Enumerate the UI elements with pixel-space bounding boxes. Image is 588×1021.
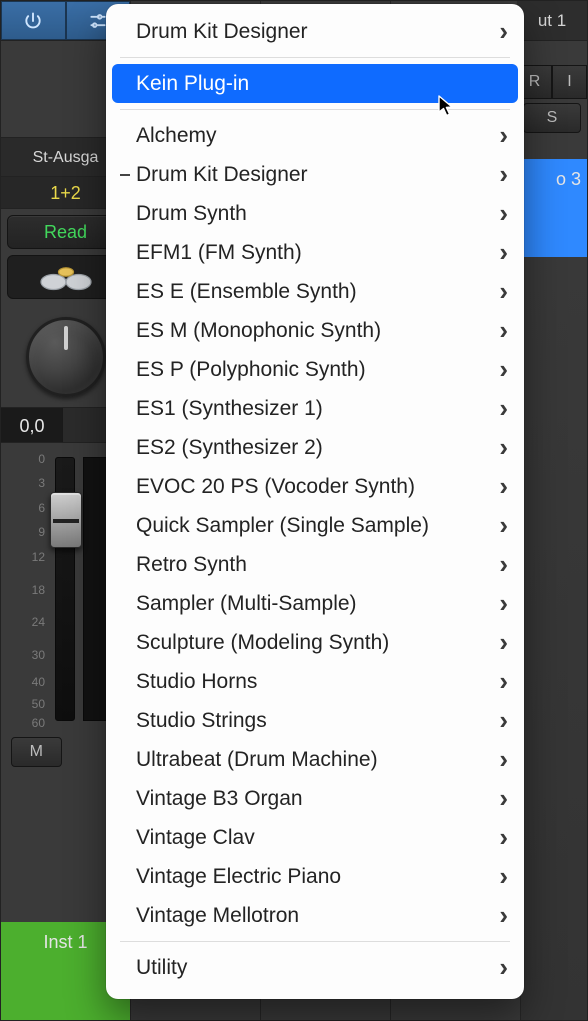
- menu-item-plugin[interactable]: Studio Horns: [106, 662, 524, 701]
- menu-item-label: Vintage B3 Organ: [136, 787, 303, 811]
- menu-item-plugin[interactable]: EFM1 (FM Synth): [106, 233, 524, 272]
- menu-item-plugin[interactable]: ES2 (Synthesizer 2): [106, 428, 524, 467]
- menu-item-current-plugin[interactable]: Drum Kit Designer: [106, 12, 524, 51]
- menu-item-label: EVOC 20 PS (Vocoder Synth): [136, 475, 415, 499]
- menu-item-label: Alchemy: [136, 124, 217, 148]
- track-color-right: [517, 199, 587, 257]
- menu-item-label: ES E (Ensemble Synth): [136, 280, 357, 304]
- menu-item-label: Utility: [136, 956, 187, 980]
- menu-separator: [120, 109, 510, 110]
- menu-item-plugin[interactable]: ES E (Ensemble Synth): [106, 272, 524, 311]
- right-output-fragment[interactable]: ut 1: [517, 1, 587, 41]
- menu-item-label: Studio Horns: [136, 670, 257, 694]
- menu-item-no-plugin[interactable]: Kein Plug-in: [112, 64, 518, 103]
- solo-button[interactable]: S: [523, 103, 581, 133]
- menu-item-plugin[interactable]: Vintage B3 Organ: [106, 779, 524, 818]
- menu-item-plugin[interactable]: Sampler (Multi-Sample): [106, 584, 524, 623]
- menu-item-label: Drum Kit Designer: [136, 20, 308, 44]
- pan-knob[interactable]: [26, 317, 106, 397]
- menu-separator: [120, 941, 510, 942]
- gain-value: 0,0: [1, 408, 63, 442]
- menu-item-label: ES2 (Synthesizer 2): [136, 436, 323, 460]
- menu-item-label: Sampler (Multi-Sample): [136, 592, 357, 616]
- menu-item-plugin[interactable]: ES P (Polyphonic Synth): [106, 350, 524, 389]
- menu-item-plugin[interactable]: Drum Kit Designer: [106, 155, 524, 194]
- menu-item-plugin[interactable]: Drum Synth: [106, 194, 524, 233]
- menu-item-plugin[interactable]: Quick Sampler (Single Sample): [106, 506, 524, 545]
- dash-indicator-icon: [120, 174, 130, 176]
- menu-item-label: Retro Synth: [136, 553, 247, 577]
- menu-item-plugin[interactable]: Studio Strings: [106, 701, 524, 740]
- instrument-plugin-menu[interactable]: Drum Kit Designer Kein Plug-in Alchemy Dr…: [106, 4, 524, 999]
- menu-item-label: Studio Strings: [136, 709, 267, 733]
- menu-item-label: ES P (Polyphonic Synth): [136, 358, 366, 382]
- menu-separator: [120, 57, 510, 58]
- menu-item-label: Drum Synth: [136, 202, 247, 226]
- menu-item-label: Vintage Electric Piano: [136, 865, 341, 889]
- menu-item-plugin[interactable]: Vintage Mellotron: [106, 896, 524, 935]
- menu-item-label: Kein Plug-in: [136, 72, 249, 96]
- channel-strip-right: ut 1 sgab d R I S o 3: [517, 1, 587, 257]
- mute-button[interactable]: M: [11, 737, 62, 767]
- menu-item-label: ES1 (Synthesizer 1): [136, 397, 323, 421]
- menu-item-label: Drum Kit Designer: [136, 163, 308, 187]
- fader-cap[interactable]: [50, 492, 82, 548]
- menu-item-plugin[interactable]: EVOC 20 PS (Vocoder Synth): [106, 467, 524, 506]
- menu-item-plugin[interactable]: ES M (Monophonic Synth): [106, 311, 524, 350]
- track-name-right[interactable]: o 3: [517, 159, 587, 199]
- menu-item-plugin[interactable]: Retro Synth: [106, 545, 524, 584]
- menu-item-label: EFM1 (FM Synth): [136, 241, 302, 265]
- menu-item-plugin[interactable]: Vintage Electric Piano: [106, 857, 524, 896]
- menu-item-plugin[interactable]: Vintage Clav: [106, 818, 524, 857]
- menu-item-label: Quick Sampler (Single Sample): [136, 514, 429, 538]
- menu-item-label: Vintage Mellotron: [136, 904, 299, 928]
- menu-item-label: Ultrabeat (Drum Machine): [136, 748, 378, 772]
- menu-item-plugin[interactable]: Ultrabeat (Drum Machine): [106, 740, 524, 779]
- meter-scale: 0 3 6 9 12 18 24 30 40 50 60: [7, 453, 49, 725]
- menu-item-plugin[interactable]: Alchemy: [106, 116, 524, 155]
- record-input-i-button[interactable]: I: [552, 65, 587, 99]
- menu-item-plugin[interactable]: ES1 (Synthesizer 1): [106, 389, 524, 428]
- menu-item-utility[interactable]: Utility: [106, 948, 524, 987]
- power-button[interactable]: [1, 1, 66, 40]
- menu-item-label: Vintage Clav: [136, 826, 255, 850]
- menu-item-label: Sculpture (Modeling Synth): [136, 631, 389, 655]
- menu-item-label: ES M (Monophonic Synth): [136, 319, 381, 343]
- volume-fader[interactable]: [55, 457, 75, 721]
- menu-item-plugin[interactable]: Sculpture (Modeling Synth): [106, 623, 524, 662]
